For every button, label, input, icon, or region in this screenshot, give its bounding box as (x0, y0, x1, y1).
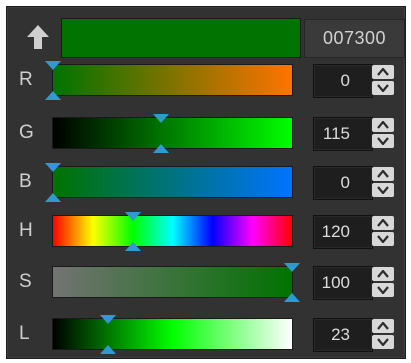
chevron-down-icon (377, 235, 389, 243)
spinner-h (372, 216, 394, 246)
value-text-s: 100 (321, 273, 350, 292)
chevron-down-icon (377, 338, 389, 346)
decrement-button-r[interactable] (372, 81, 394, 95)
increment-button-g[interactable] (372, 118, 394, 132)
chevron-up-icon (377, 219, 389, 227)
chevron-down-icon (377, 137, 389, 145)
decrement-button-s[interactable] (372, 283, 394, 297)
slider-track-g[interactable] (52, 114, 293, 153)
value-input-l[interactable]: 23 (313, 318, 373, 352)
increment-button-l[interactable] (372, 319, 394, 333)
spinner-b (372, 167, 394, 197)
spinner-g (372, 118, 394, 148)
value-input-h[interactable]: 120 (313, 215, 373, 249)
slider-row-b: B0 (0, 163, 411, 206)
value-text-g: 115 (322, 124, 350, 143)
chevron-up-icon (377, 270, 389, 278)
increment-button-h[interactable] (372, 216, 394, 230)
swap-mode-button[interactable] (21, 20, 55, 54)
decrement-button-g[interactable] (372, 134, 394, 148)
slider-label-l: L (19, 323, 30, 344)
value-text-h: 120 (321, 222, 350, 241)
up-arrow-icon (27, 25, 49, 49)
slider-thumb-bottom-s[interactable] (284, 293, 300, 302)
slider-track-r[interactable] (45, 61, 293, 100)
spinner-s (372, 267, 394, 297)
slider-thumb-top-l[interactable] (100, 315, 116, 324)
increment-button-r[interactable] (372, 65, 394, 79)
slider-thumb-bottom-g[interactable] (153, 144, 169, 153)
value-input-b[interactable]: 0 (313, 166, 373, 200)
slider-thumb-bottom-l[interactable] (100, 345, 116, 354)
slider-label-b: B (19, 171, 32, 192)
slider-thumb-bottom-b[interactable] (45, 193, 61, 202)
slider-thumb-top-b[interactable] (45, 163, 61, 172)
slider-track-h[interactable] (52, 212, 293, 251)
decrement-button-b[interactable] (372, 183, 394, 197)
chevron-down-icon (377, 186, 389, 194)
slider-row-g: G 115 (0, 114, 411, 157)
slider-row-l: L 23 (0, 315, 411, 358)
color-swatch (61, 18, 301, 58)
slider-label-g: G (19, 122, 34, 143)
spinner-r (372, 65, 394, 95)
slider-track-b[interactable] (45, 163, 293, 202)
decrement-button-h[interactable] (372, 232, 394, 246)
slider-track-s[interactable] (52, 263, 300, 302)
chevron-up-icon (377, 68, 389, 76)
chevron-up-icon (377, 170, 389, 178)
increment-button-b[interactable] (372, 167, 394, 181)
spinner-l (372, 319, 394, 349)
chevron-up-icon (377, 121, 389, 129)
decrement-button-l[interactable] (372, 335, 394, 349)
value-text-b: 0 (340, 173, 350, 192)
value-input-g[interactable]: 115 (313, 117, 373, 151)
increment-button-s[interactable] (372, 267, 394, 281)
slider-track-l[interactable] (52, 315, 293, 354)
value-text-r: 0 (340, 71, 350, 90)
chevron-down-icon (377, 84, 389, 92)
slider-thumb-bottom-h[interactable] (125, 242, 141, 251)
slider-row-s: S 100 (0, 263, 411, 306)
value-input-r[interactable]: 0 (313, 64, 373, 98)
chevron-up-icon (377, 322, 389, 330)
slider-thumb-top-h[interactable] (125, 212, 141, 221)
slider-thumb-top-g[interactable] (153, 114, 169, 123)
slider-label-r: R (19, 69, 33, 90)
slider-thumb-top-r[interactable] (45, 61, 61, 70)
slider-row-h: H 120 (0, 212, 411, 255)
value-text-l: 23 (331, 325, 350, 344)
slider-row-r: R0 (0, 61, 411, 104)
slider-thumb-bottom-r[interactable] (45, 91, 61, 100)
slider-label-h: H (19, 220, 33, 241)
hex-value-field[interactable]: 007300 (304, 19, 405, 58)
chevron-down-icon (377, 286, 389, 294)
slider-label-s: S (19, 271, 32, 292)
value-input-s[interactable]: 100 (313, 266, 373, 300)
slider-thumb-top-s[interactable] (284, 263, 300, 272)
